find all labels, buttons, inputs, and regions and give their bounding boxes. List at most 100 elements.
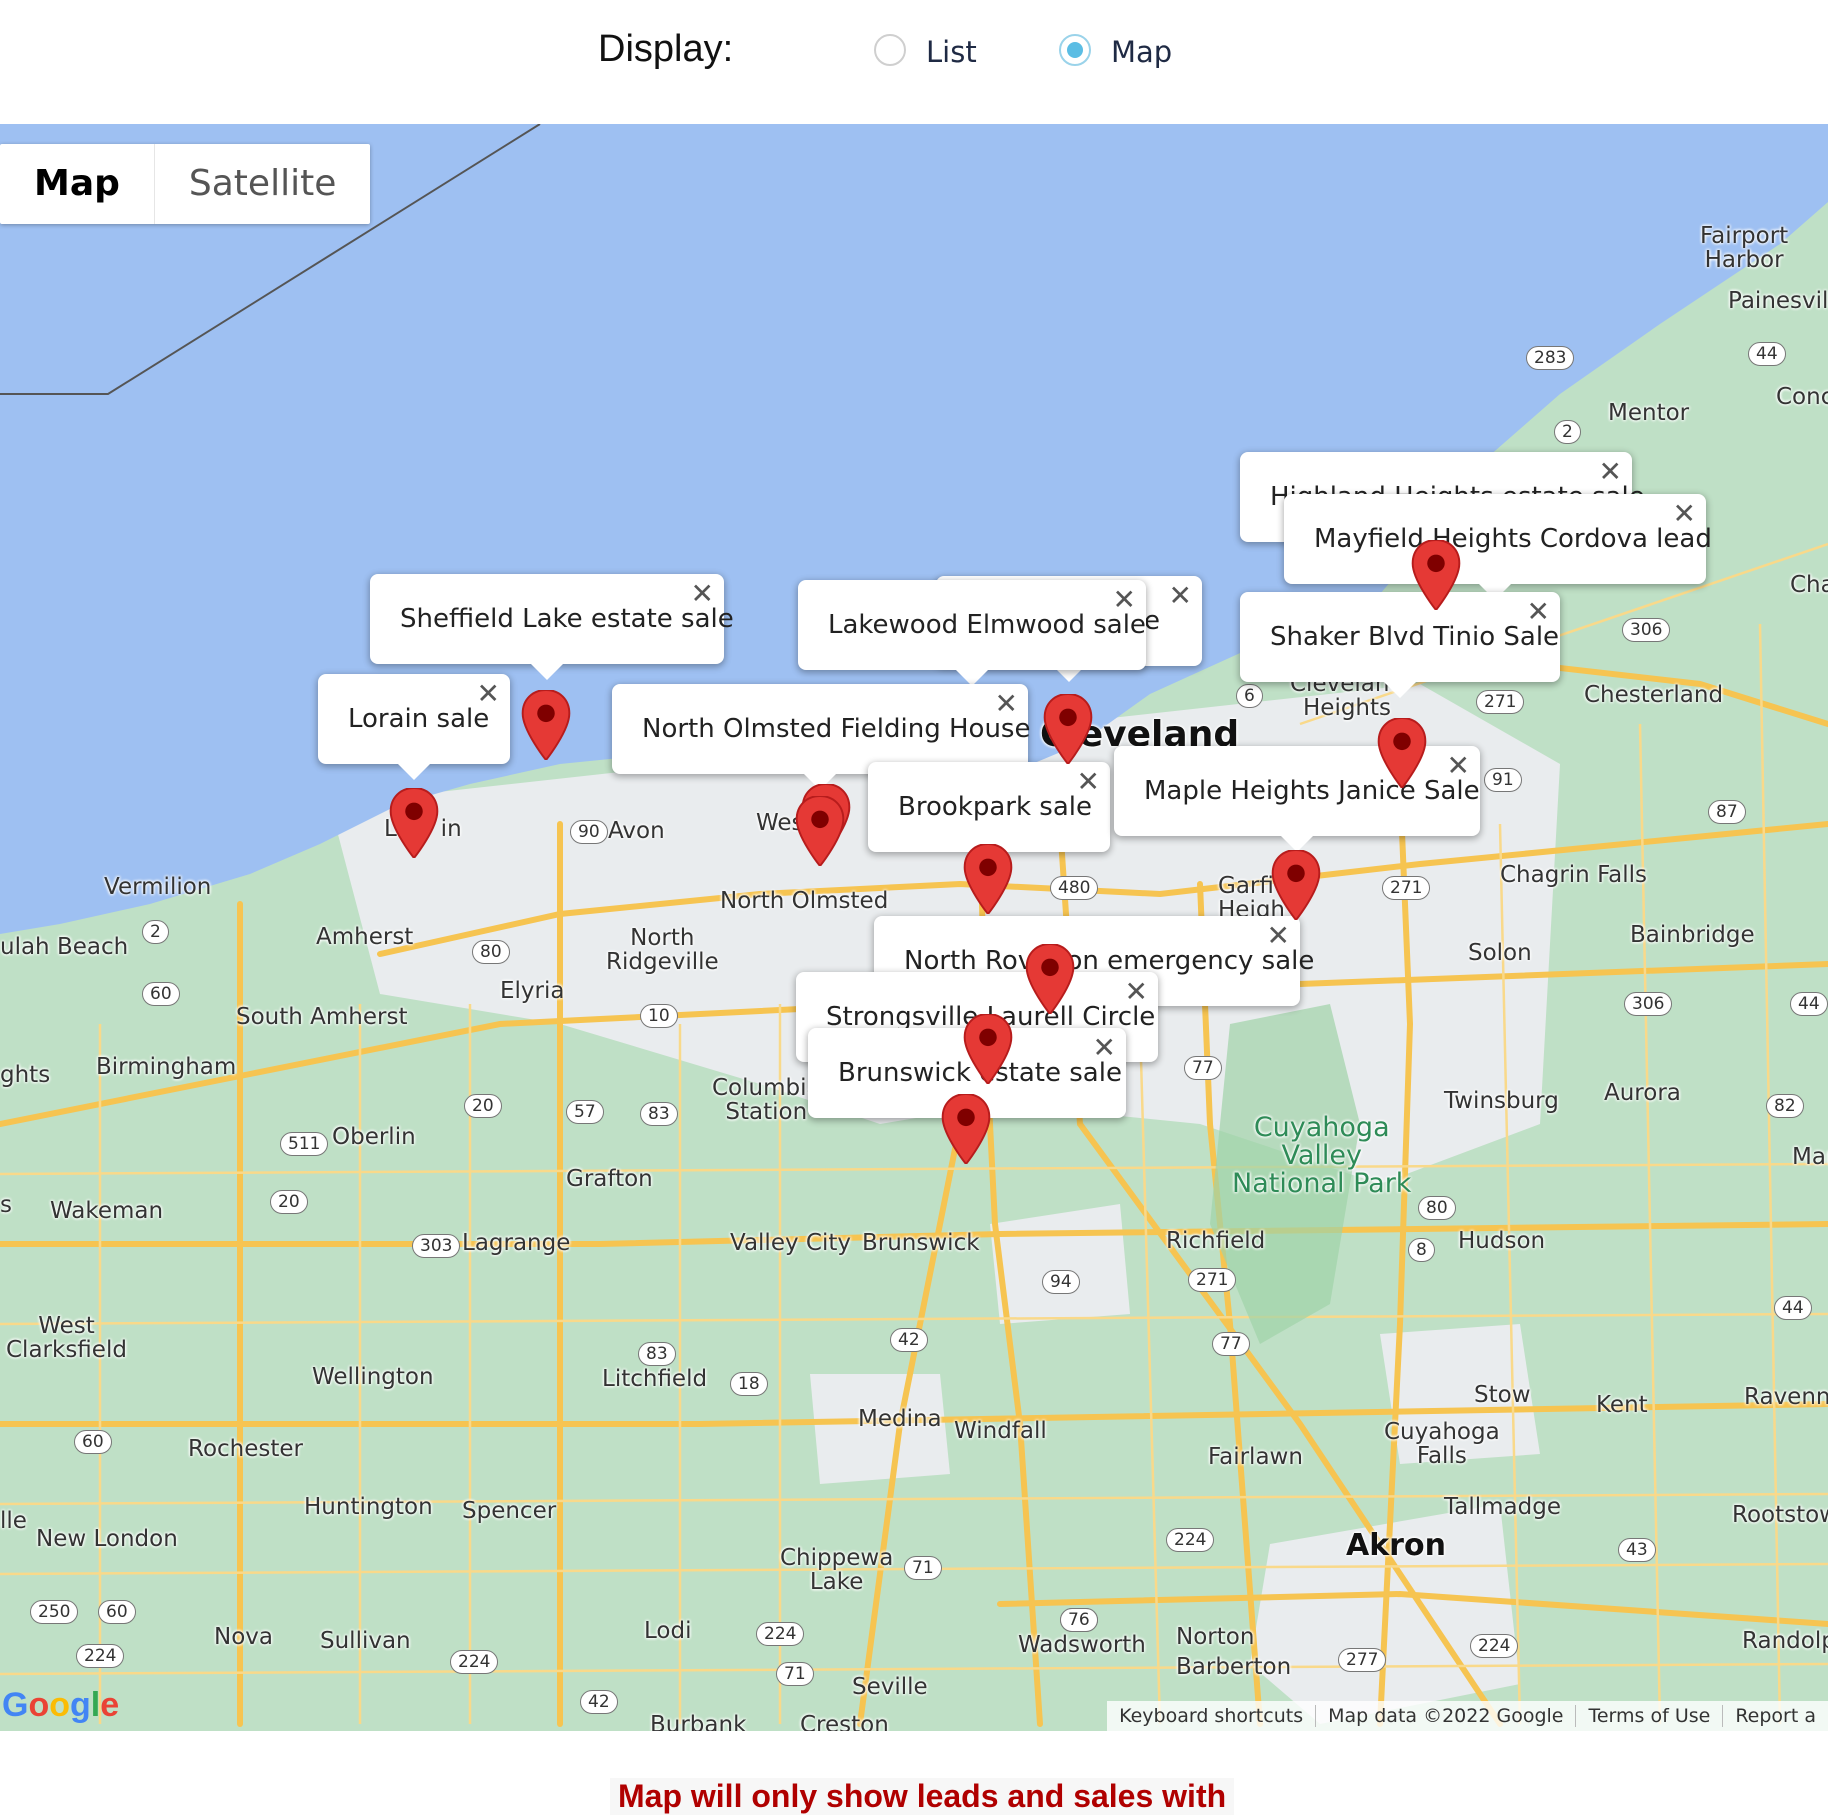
- place-rochester: Rochester: [188, 1436, 303, 1462]
- route-shield-90: 90: [570, 820, 608, 844]
- place-lagrange: Lagrange: [462, 1230, 571, 1256]
- place-akron: Akron: [1346, 1528, 1446, 1563]
- place-new-london: New London: [36, 1526, 178, 1552]
- close-icon[interactable]: ✕: [477, 680, 500, 708]
- popup-lakewood-elmwood[interactable]: Lakewood Elmwood sale ✕: [798, 580, 1146, 686]
- route-shield-303: 303: [412, 1234, 461, 1258]
- route-shield-271: 271: [1188, 1268, 1237, 1292]
- route-shield-2: 2: [142, 920, 169, 944]
- close-icon[interactable]: ✕: [691, 580, 714, 608]
- place-kent: Kent: [1596, 1392, 1648, 1418]
- popup-label: Lakewood Elmwood sale: [828, 610, 1146, 640]
- popup-label: Brookpark sale: [898, 792, 1092, 822]
- map-marker-pin-icon[interactable]: [1270, 850, 1322, 920]
- map-marker-pin-icon[interactable]: [940, 1094, 992, 1164]
- place-sullivan: Sullivan: [320, 1628, 411, 1654]
- route-shield-77: 77: [1212, 1332, 1250, 1356]
- keyboard-shortcuts-link[interactable]: Keyboard shortcuts: [1107, 1705, 1317, 1727]
- popup-sheffield-lake[interactable]: Sheffield Lake estate sale ✕: [370, 574, 734, 680]
- map-type-satellite-button[interactable]: Satellite: [155, 144, 370, 224]
- popup-brookpark[interactable]: Brookpark sale ✕: [868, 762, 1110, 868]
- close-icon[interactable]: ✕: [1447, 752, 1470, 780]
- close-icon[interactable]: ✕: [1093, 1034, 1116, 1062]
- close-icon[interactable]: ✕: [1673, 500, 1696, 528]
- close-icon[interactable]: ✕: [1077, 768, 1100, 796]
- route-shield-20: 20: [270, 1190, 308, 1214]
- map-radio[interactable]: [1059, 34, 1091, 66]
- place-rootstown: Rootstow: [1732, 1502, 1828, 1528]
- route-shield-60: 60: [98, 1600, 136, 1624]
- route-shield-224: 224: [1166, 1528, 1215, 1552]
- map-marker-pin-icon[interactable]: [794, 796, 846, 866]
- map-marker-pin-icon[interactable]: [1410, 540, 1462, 610]
- route-shield-87: 87: [1708, 800, 1746, 824]
- route-shield-306: 306: [1624, 992, 1673, 1016]
- map-marker-pin-icon[interactable]: [388, 788, 440, 858]
- route-shield-71: 71: [776, 1662, 814, 1686]
- route-shield-82: 82: [1766, 1094, 1804, 1118]
- map-radio-label[interactable]: Map: [1111, 35, 1172, 69]
- place-litchfield: Litchfield: [602, 1366, 708, 1392]
- popup-shaker-blvd[interactable]: Shaker Blvd Tinio Sale ✕: [1240, 592, 1560, 698]
- place-ravenna: Ravenna: [1744, 1384, 1828, 1410]
- route-shield-80: 80: [1418, 1196, 1456, 1220]
- route-shield-271: 271: [1476, 690, 1525, 714]
- map-marker-pin-icon[interactable]: [1376, 718, 1428, 788]
- place-north-olmsted: North Olmsted: [720, 888, 889, 914]
- close-icon[interactable]: ✕: [1599, 458, 1622, 486]
- close-icon[interactable]: ✕: [995, 690, 1018, 718]
- terms-of-use-link[interactable]: Terms of Use: [1576, 1705, 1724, 1727]
- route-shield-44: 44: [1790, 992, 1828, 1016]
- map-marker-pin-icon[interactable]: [1042, 694, 1094, 764]
- popup-label: Mayfield Heights Cordova lead: [1314, 524, 1712, 554]
- route-shield-20: 20: [464, 1094, 502, 1118]
- close-icon[interactable]: ✕: [1113, 586, 1136, 614]
- place-lodi: Lodi: [644, 1618, 692, 1644]
- place-fairlawn: Fairlawn: [1208, 1444, 1303, 1470]
- place-norton: Norton: [1176, 1624, 1255, 1650]
- place-beach: ulah Beach: [0, 934, 129, 960]
- list-radio[interactable]: [874, 34, 906, 66]
- route-shield-57: 57: [566, 1100, 604, 1124]
- place-chardon: Cha: [1790, 572, 1828, 598]
- map-data-credit: Map data ©2022 Google: [1316, 1705, 1577, 1727]
- popup-label: Shaker Blvd Tinio Sale: [1270, 622, 1560, 652]
- route-shield-43: 43: [1618, 1538, 1656, 1562]
- map-type-map-button[interactable]: Map: [0, 144, 155, 224]
- place-medina: Medina: [858, 1406, 942, 1432]
- route-shield-283: 283: [1526, 346, 1575, 370]
- route-shield-277: 277: [1338, 1648, 1387, 1672]
- list-radio-label[interactable]: List: [926, 35, 977, 69]
- popup-label: North Olmsted Fielding House: [642, 714, 1031, 744]
- map-marker-pin-icon[interactable]: [520, 690, 572, 760]
- place-creston: Creston: [800, 1712, 889, 1731]
- close-icon[interactable]: ✕: [1267, 922, 1290, 950]
- close-icon[interactable]: ✕: [1527, 598, 1550, 626]
- route-shield-91: 91: [1484, 768, 1522, 792]
- map-canvas[interactable]: Map Satellite Cleveland Akron Avon North…: [0, 124, 1828, 1731]
- route-shield-77: 77: [1184, 1056, 1222, 1080]
- close-icon[interactable]: ✕: [1169, 582, 1192, 610]
- popup-lorain[interactable]: Lorain sale ✕: [318, 674, 510, 780]
- popup-north-olmsted[interactable]: North Olmsted Fielding House ✕: [612, 684, 1031, 790]
- place-randolph: Randolph: [1742, 1628, 1828, 1654]
- route-shield-271: 271: [1382, 876, 1431, 900]
- route-shield-44: 44: [1774, 1296, 1812, 1320]
- route-shield-224: 224: [450, 1650, 499, 1674]
- report-link[interactable]: Report a: [1723, 1705, 1828, 1727]
- route-shield-44: 44: [1748, 342, 1786, 366]
- place-columbia-station: Columbia Station: [712, 1075, 821, 1125]
- map-marker-pin-icon[interactable]: [962, 1014, 1014, 1084]
- map-type-control: Map Satellite: [0, 144, 371, 224]
- map-marker-pin-icon[interactable]: [962, 844, 1014, 914]
- place-burbank: Burbank: [650, 1712, 747, 1731]
- place-wakeman: Wakeman: [50, 1198, 164, 1224]
- popup-mayfield-heights[interactable]: Mayfield Heights Cordova lead ✕: [1284, 494, 1712, 600]
- place-wadsworth: Wadsworth: [1018, 1632, 1146, 1658]
- close-icon[interactable]: ✕: [1125, 978, 1148, 1006]
- place-valley-city: Valley City: [730, 1230, 851, 1256]
- place-brunswick: Brunswick: [862, 1230, 980, 1256]
- map-marker-pin-icon[interactable]: [1024, 944, 1076, 1014]
- route-shield-42: 42: [890, 1328, 928, 1352]
- place-barberton: Barberton: [1176, 1654, 1292, 1680]
